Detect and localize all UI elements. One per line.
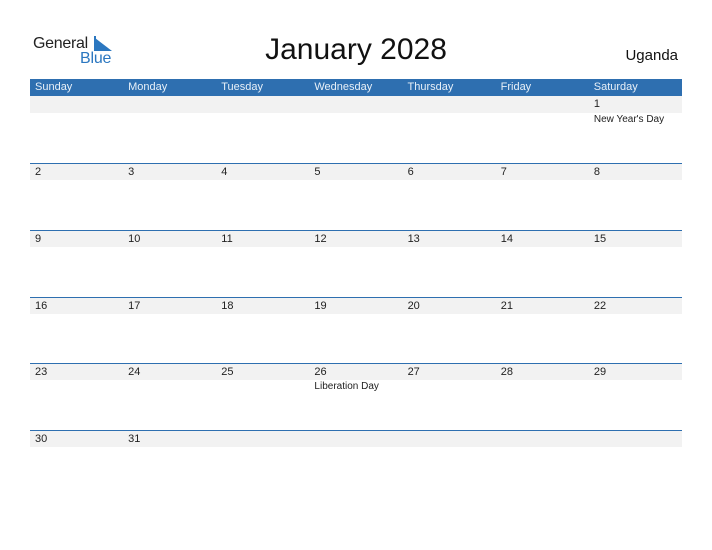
day-number: 11 <box>221 233 233 245</box>
day-number: 15 <box>593 233 607 245</box>
day-cell <box>496 96 589 163</box>
day-cell: 7 <box>496 163 589 230</box>
day-number: 14 <box>500 233 513 245</box>
week-row: 9 10 11 12 13 14 15 <box>30 230 682 297</box>
day-cell: 24 <box>123 363 216 430</box>
day-cell: 11 <box>216 230 309 297</box>
day-number: 26 <box>314 366 327 378</box>
day-cell: 6 <box>403 163 496 230</box>
day-cell: 26 Liberation Day <box>309 363 402 430</box>
day-cell: 19 <box>309 297 402 364</box>
day-number: 6 <box>407 166 414 178</box>
day-cell: 17 <box>123 297 216 364</box>
day-cell: 22 <box>589 297 682 364</box>
day-number: 7 <box>500 166 507 178</box>
day-cell <box>216 96 309 163</box>
week-row: 16 17 18 19 20 21 22 <box>30 297 682 364</box>
page-title: January 2028 <box>265 33 447 66</box>
country-label: Uganda <box>625 47 678 64</box>
weekday-tuesday: Tuesday <box>221 81 264 93</box>
day-number: 5 <box>314 166 321 178</box>
weekday-friday: Friday <box>500 81 532 93</box>
day-number: 27 <box>407 366 420 378</box>
day-cell: 3 <box>123 163 216 230</box>
day-cell: 2 <box>30 163 123 230</box>
day-cell: 14 <box>496 230 589 297</box>
weekday-thursday: Thursday <box>407 81 454 93</box>
day-number: 2 <box>35 166 42 178</box>
day-cell: 29 <box>589 363 682 430</box>
day-number: 10 <box>128 233 141 245</box>
day-cell: 31 <box>123 430 216 497</box>
weekday-sunday: Sunday <box>35 81 73 93</box>
holiday-label: Liberation Day <box>314 381 379 392</box>
day-cell: 30 <box>30 430 123 497</box>
day-cell: 20 <box>403 297 496 364</box>
day-number: 24 <box>128 366 141 378</box>
weekday-header: Sunday Monday Tuesday Wednesday Thursday… <box>30 79 682 96</box>
week-row: 2 3 4 5 6 7 8 <box>30 163 682 230</box>
day-number: 17 <box>128 300 141 312</box>
weekday-wednesday: Wednesday <box>314 81 373 93</box>
day-cell: 4 <box>216 163 309 230</box>
week-row: 23 24 25 26 Liberation Day 27 28 29 <box>30 363 682 430</box>
day-cell: 16 <box>30 297 123 364</box>
day-cell <box>403 96 496 163</box>
week-row: 1 New Year's Day <box>30 96 682 163</box>
holiday-label: New Year's Day <box>593 114 665 125</box>
day-cell: 10 <box>123 230 216 297</box>
day-cell <box>123 96 216 163</box>
day-number: 31 <box>128 433 141 445</box>
day-number: 13 <box>407 233 420 245</box>
day-number: 21 <box>500 300 513 312</box>
day-cell <box>403 430 496 497</box>
day-cell: 9 <box>30 230 123 297</box>
day-cell: 5 <box>309 163 402 230</box>
day-number: 16 <box>35 300 48 312</box>
weekday-saturday: Saturday <box>593 81 638 93</box>
day-number: 28 <box>500 366 513 378</box>
day-cell: 13 <box>403 230 496 297</box>
day-number: 25 <box>221 366 234 378</box>
day-cell <box>309 430 402 497</box>
day-cell: 1 New Year's Day <box>589 96 682 163</box>
day-number: 20 <box>407 300 420 312</box>
day-number: 4 <box>221 166 228 178</box>
day-cell: 18 <box>216 297 309 364</box>
day-number: 18 <box>221 300 234 312</box>
day-number: 1 <box>593 98 600 110</box>
day-number: 8 <box>593 166 600 178</box>
day-cell <box>30 96 123 163</box>
day-number: 12 <box>314 233 327 245</box>
day-cell <box>309 96 402 163</box>
day-cell: 8 <box>589 163 682 230</box>
day-cell <box>589 430 682 497</box>
week-row: 30 31 <box>30 430 682 497</box>
day-number: 22 <box>593 300 607 312</box>
day-cell: 15 <box>589 230 682 297</box>
day-cell: 21 <box>496 297 589 364</box>
day-number: 9 <box>35 233 42 245</box>
day-cell <box>496 430 589 497</box>
day-number: 23 <box>35 366 48 378</box>
weekday-monday: Monday <box>128 81 168 93</box>
day-number: 30 <box>35 433 48 445</box>
day-number: 3 <box>128 166 135 178</box>
day-number: 19 <box>314 300 327 312</box>
day-cell: 12 <box>309 230 402 297</box>
day-cell: 28 <box>496 363 589 430</box>
day-number: 29 <box>593 366 607 378</box>
day-cell: 23 <box>30 363 123 430</box>
day-cell: 27 <box>403 363 496 430</box>
day-cell <box>216 430 309 497</box>
day-cell: 25 <box>216 363 309 430</box>
